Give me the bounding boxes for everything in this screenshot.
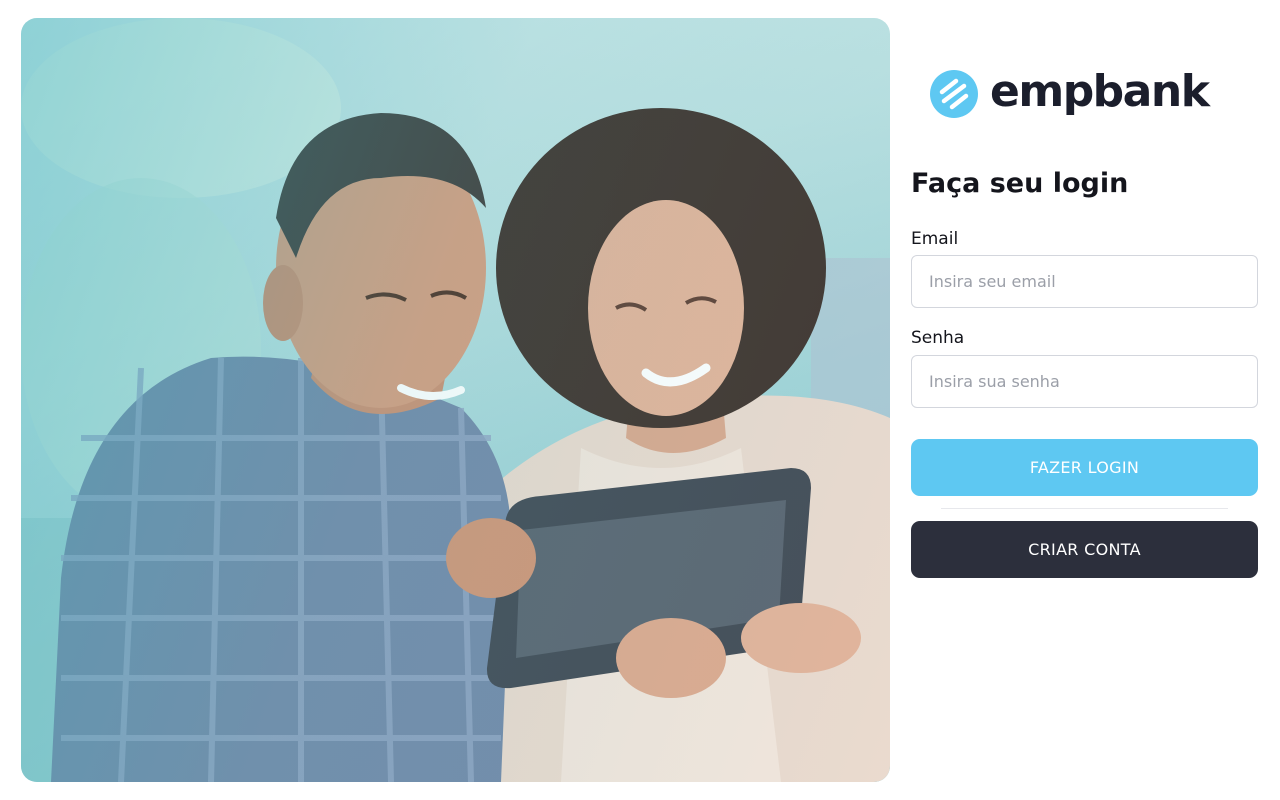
email-field[interactable]: [911, 255, 1258, 308]
password-label: Senha: [911, 328, 965, 348]
empbank-logo-icon: [930, 70, 978, 118]
couple-with-tablet-illustration: [21, 18, 890, 782]
create-account-button[interactable]: CRIAR CONTA: [911, 521, 1258, 578]
password-field[interactable]: [911, 355, 1258, 408]
divider: [941, 508, 1228, 509]
brand-name: empbank: [990, 66, 1210, 117]
login-button[interactable]: FAZER LOGIN: [911, 439, 1258, 496]
brand-logo: empbank: [930, 66, 1210, 118]
hero-photo: [21, 18, 890, 782]
login-page: empbank Faça seu login Email Senha FAZER…: [0, 0, 1280, 800]
page-title: Faça seu login: [911, 168, 1129, 199]
login-panel: empbank Faça seu login Email Senha FAZER…: [911, 0, 1258, 800]
email-label: Email: [911, 229, 959, 249]
